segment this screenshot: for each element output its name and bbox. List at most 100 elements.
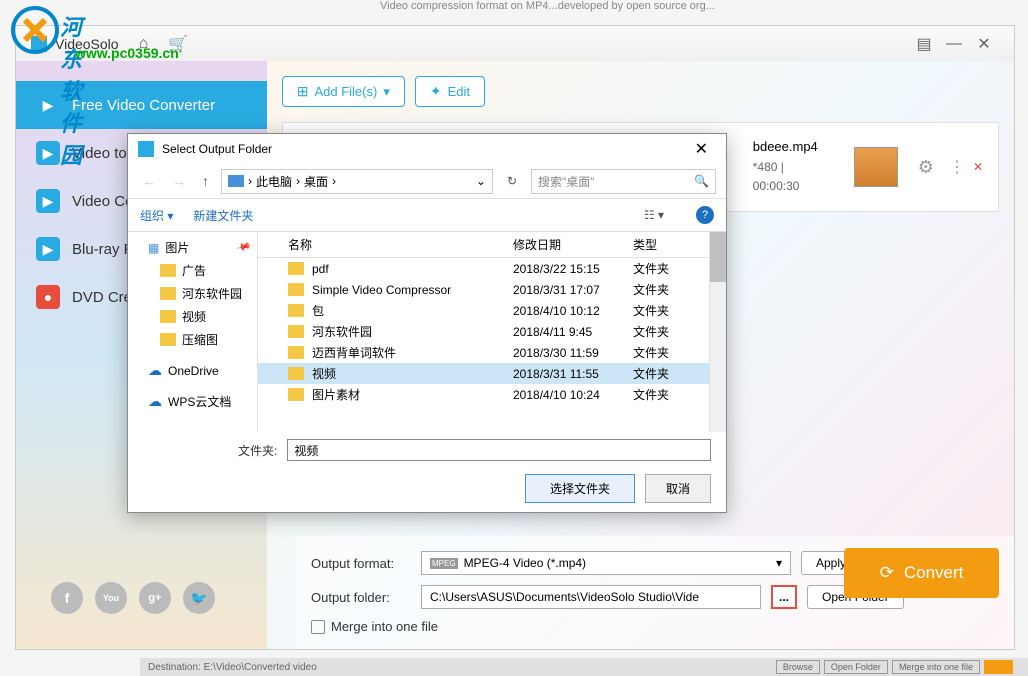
minimize-button[interactable]: — — [939, 35, 969, 53]
folder-icon — [160, 264, 176, 277]
search-input[interactable]: 搜索"桌面"🔍 — [531, 169, 716, 194]
row-type: 文件夹 — [633, 281, 683, 298]
bottom-bar: Output format: MPEGMPEG-4 Video (*.mp4)▾… — [296, 536, 1014, 649]
tree-item[interactable]: 河东软件园 — [128, 282, 257, 305]
folder-tree: ▦图片📌 广告 河东软件园 视频 压缩图 ☁OneDrive ☁WPS云文档 — [128, 232, 258, 432]
scrollbar[interactable] — [709, 232, 726, 432]
add-icon: ⊞ — [297, 83, 309, 100]
list-row[interactable]: pdf2018/3/22 15:15文件夹 — [258, 258, 709, 279]
row-name: 视频 — [312, 365, 336, 382]
breadcrumb-pc[interactable]: 此电脑 — [256, 173, 292, 190]
close-button[interactable]: ✕ — [969, 34, 999, 54]
row-date: 2018/3/31 17:07 — [513, 283, 633, 297]
edit-button[interactable]: ✦Edit — [415, 76, 485, 107]
layout-icon[interactable]: ▤ — [909, 34, 939, 54]
wand-icon: ✦ — [430, 83, 442, 100]
output-folder-input[interactable] — [421, 585, 761, 609]
folder-icon — [288, 367, 304, 380]
refresh-button[interactable]: ↻ — [501, 174, 523, 188]
row-date: 2018/3/30 11:59 — [513, 346, 633, 360]
address-bar[interactable]: › 此电脑 › 桌面 › ⌄ — [221, 169, 493, 194]
tree-item[interactable]: 压缩图 — [128, 328, 257, 351]
facebook-icon[interactable]: f — [51, 582, 83, 614]
list-row[interactable]: 视频2018/3/31 11:55文件夹 — [258, 363, 709, 384]
youtube-icon[interactable]: You — [95, 582, 127, 614]
googleplus-icon[interactable]: g+ — [139, 582, 171, 614]
add-file-button[interactable]: ⊞Add File(s)▾ — [282, 76, 405, 107]
column-type[interactable]: 类型 — [633, 236, 683, 253]
row-name: 河东软件园 — [312, 323, 372, 340]
back-button[interactable]: ← — [138, 173, 160, 189]
column-date[interactable]: 修改日期 — [513, 236, 633, 253]
tree-item[interactable]: 广告 — [128, 259, 257, 282]
row-type: 文件夹 — [633, 386, 683, 403]
dialog-body: ▦图片📌 广告 河东软件园 视频 压缩图 ☁OneDrive ☁WPS云文档 名… — [128, 232, 726, 432]
list-header: 名称 修改日期 类型 — [258, 232, 709, 258]
gear-icon[interactable]: ⚙ — [918, 157, 934, 178]
footer-browse-button[interactable]: Browse — [776, 660, 820, 674]
row-name: 包 — [312, 302, 324, 319]
select-folder-button[interactable]: 选择文件夹 — [525, 474, 635, 503]
dialog-title: Select Output Folder — [162, 142, 272, 156]
column-name[interactable]: 名称 — [258, 236, 513, 253]
tree-label: 广告 — [182, 262, 206, 279]
tree-item-pictures[interactable]: ▦图片📌 — [128, 236, 257, 259]
remove-file-button[interactable]: ✕ — [973, 160, 983, 174]
list-row[interactable]: Simple Video Compressor 2018/3/31 17:07文件… — [258, 279, 709, 300]
convert-button[interactable]: ⟳Convert — [844, 548, 999, 598]
output-format-select[interactable]: MPEG MPEG-4 Video (*.mp4) ▾ — [421, 551, 791, 575]
up-button[interactable]: ↑ — [198, 173, 213, 189]
organize-button[interactable]: 组织 ▾ — [140, 207, 173, 224]
help-button[interactable]: ? — [696, 206, 714, 224]
tree-item-wps[interactable]: ☁WPS云文档 — [128, 390, 257, 413]
twitter-icon[interactable]: 🐦 — [183, 582, 215, 614]
row-date: 2018/3/22 15:15 — [513, 262, 633, 276]
folder-icon — [288, 388, 304, 401]
row-name: Simple Video Compressor — [312, 283, 451, 297]
tree-label: OneDrive — [168, 364, 219, 378]
chevron-right-icon: › — [332, 174, 336, 188]
sidebar-item-free-video-converter[interactable]: ▶Free Video Converter — [16, 81, 267, 129]
mpeg-icon: MPEG — [430, 558, 458, 569]
chevron-right-icon: › — [248, 174, 252, 188]
folder-name-input[interactable] — [287, 439, 711, 461]
chevron-down-icon: ▾ — [776, 556, 782, 570]
footer-convert-button[interactable] — [984, 660, 1013, 674]
watermark: 河东软件园 www.pc0359.cn — [10, 5, 70, 60]
list-row[interactable]: 包2018/4/10 10:12文件夹 — [258, 300, 709, 321]
chevron-down-icon[interactable]: ⌄ — [476, 174, 486, 188]
new-folder-button[interactable]: 新建文件夹 — [193, 207, 253, 224]
list-row[interactable]: 河东软件园 2018/4/11 9:45文件夹 — [258, 321, 709, 342]
menu-dots-icon[interactable]: ⋮ — [949, 157, 965, 177]
cancel-button[interactable]: 取消 — [645, 474, 711, 503]
dialog-buttons: 选择文件夹 取消 — [128, 468, 726, 508]
folder-icon — [288, 304, 304, 317]
tree-label: 视频 — [182, 308, 206, 325]
play-icon: ▶ — [36, 93, 60, 117]
forward-button[interactable]: → — [168, 173, 190, 189]
list-row[interactable]: 迈西背单词软件2018/3/30 11:59文件夹 — [258, 342, 709, 363]
tree-label: WPS云文档 — [168, 393, 231, 410]
view-mode-button[interactable]: ☷ ▾ — [644, 208, 664, 222]
folder-icon — [288, 325, 304, 338]
bluray-icon: ▶ — [36, 237, 60, 261]
convert-label: Convert — [904, 563, 964, 583]
merge-checkbox[interactable] — [311, 620, 325, 634]
list-row[interactable]: 图片素材2018/4/10 10:24文件夹 — [258, 384, 709, 405]
breadcrumb-desktop[interactable]: 桌面 — [304, 173, 328, 190]
scroll-thumb[interactable] — [710, 232, 726, 282]
output-format-value: MPEG-4 Video (*.mp4) — [464, 556, 587, 570]
tree-item[interactable]: 视频 — [128, 305, 257, 328]
row-type: 文件夹 — [633, 323, 683, 340]
browse-button[interactable]: ... — [771, 585, 797, 609]
footer-open-button[interactable]: Open Folder — [824, 660, 888, 674]
tree-item-onedrive[interactable]: ☁OneDrive — [128, 359, 257, 382]
footer-merge-button[interactable]: Merge into one file — [892, 660, 980, 674]
row-date: 2018/4/11 9:45 — [513, 325, 633, 339]
dialog-close-button[interactable]: ✕ — [687, 139, 716, 159]
search-icon: 🔍 — [694, 174, 709, 188]
watermark-text: 河东软件园 — [60, 10, 82, 170]
picture-icon: ▦ — [148, 241, 159, 255]
tree-label: 河东软件园 — [182, 285, 242, 302]
dialog-nav: ← → ↑ › 此电脑 › 桌面 › ⌄ ↻ 搜索"桌面"🔍 — [128, 164, 726, 198]
